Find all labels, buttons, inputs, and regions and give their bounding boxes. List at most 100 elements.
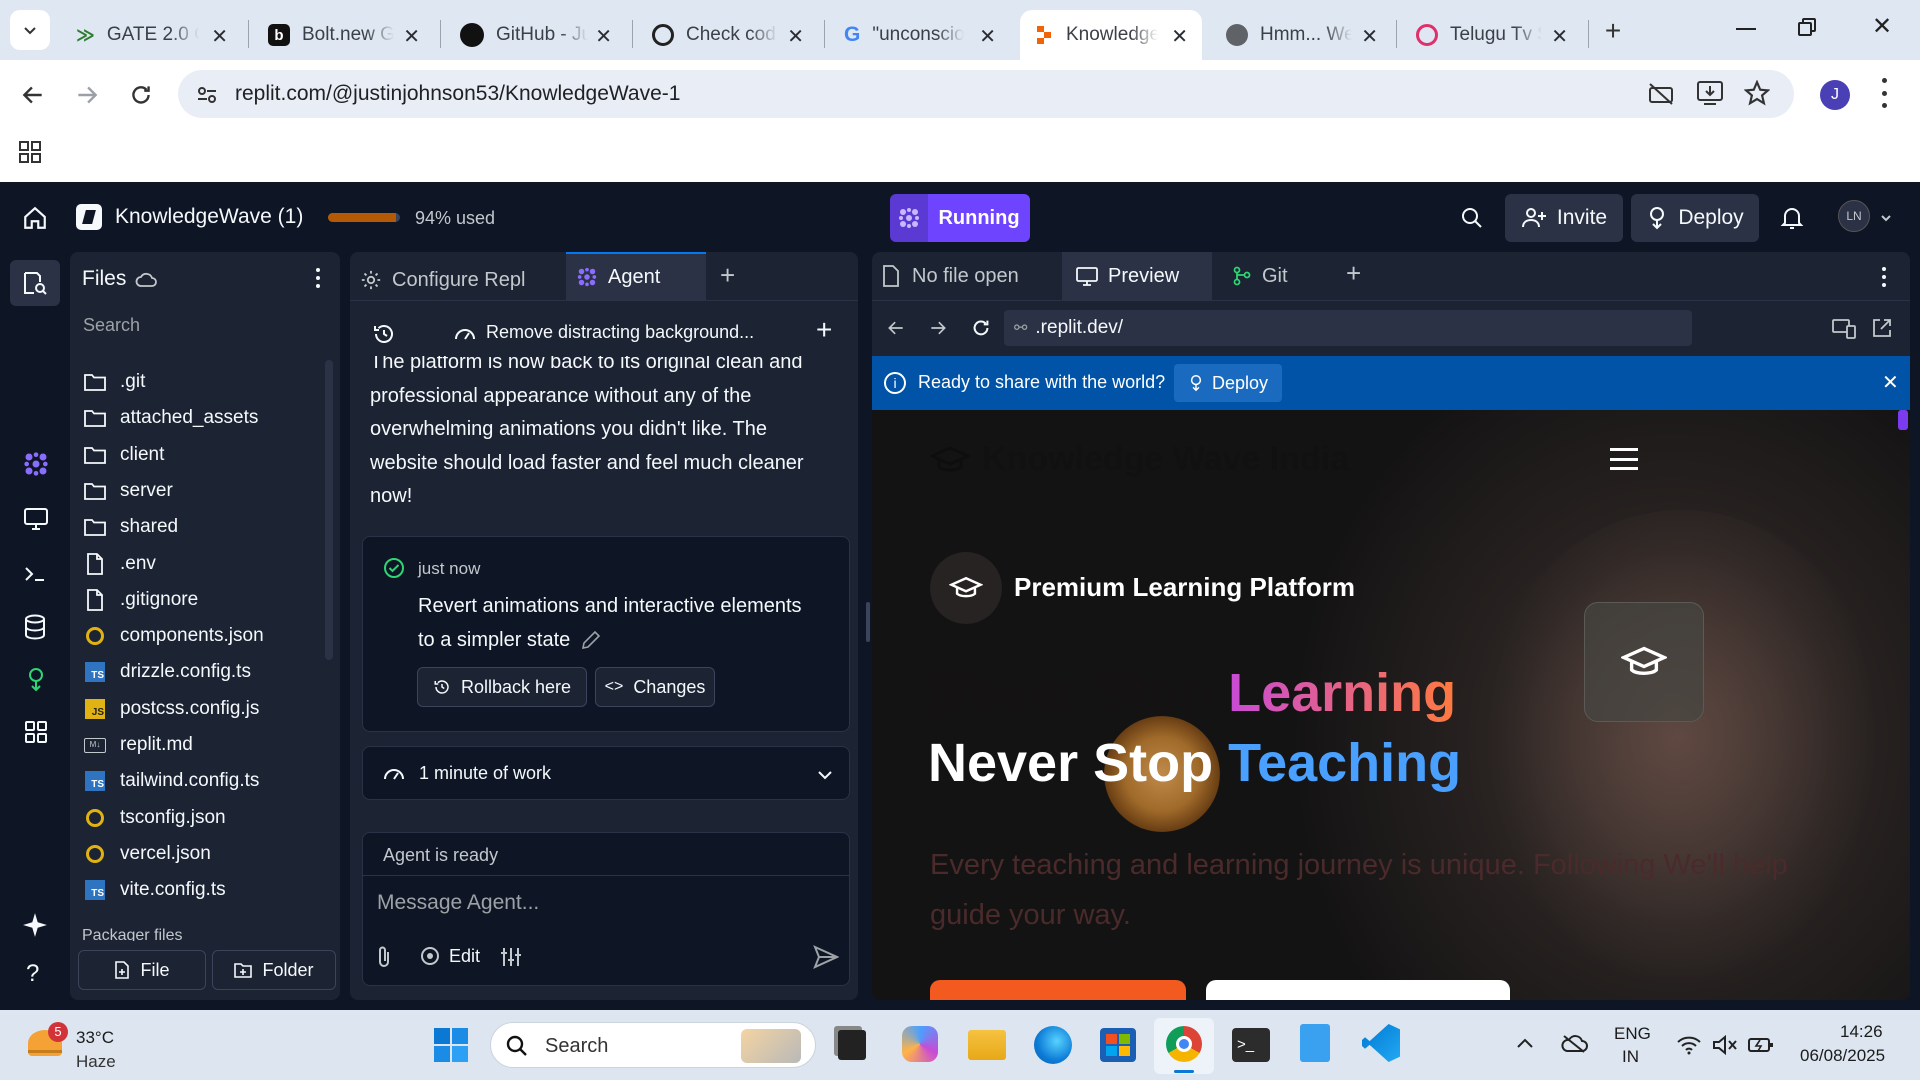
primary-cta-button[interactable] [930, 980, 1186, 1000]
hamburger-menu-icon[interactable] [1610, 448, 1638, 470]
edit-mode-button[interactable]: Edit [419, 945, 480, 967]
chevron-down-icon[interactable] [1880, 212, 1892, 224]
preview-menu-icon[interactable] [1882, 267, 1886, 287]
scroll-indicator[interactable] [1898, 410, 1908, 430]
terminal-icon[interactable]: >_ [1232, 1028, 1270, 1062]
file-tree-item[interactable]: tsconfig.json [84, 800, 226, 836]
file-tree-item[interactable]: JS postcss.config.js [84, 691, 259, 727]
back-arrow-icon[interactable] [20, 82, 46, 108]
browser-tab[interactable]: ≫ GATE 2.0 C ✕ [62, 10, 242, 60]
files-search-input[interactable]: Search [82, 304, 327, 344]
file-tree-item[interactable]: client [84, 437, 164, 473]
language-indicator-1[interactable]: ENG [1614, 1024, 1651, 1044]
browser-menu-icon[interactable] [1882, 78, 1888, 108]
preview-url-bar[interactable]: ⚯ .replit.dev/ [1004, 310, 1692, 346]
apps-grid-icon[interactable] [18, 140, 42, 164]
tab-search-button[interactable] [10, 10, 50, 50]
url-text[interactable]: replit.com/@justinjohnson53/KnowledgeWav… [235, 82, 680, 106]
new-tab-button[interactable]: + [1596, 14, 1630, 48]
browser-tab[interactable]: Telugu Tv S ✕ [1402, 10, 1582, 60]
new-folder-button[interactable]: Folder [212, 950, 336, 990]
tab-preview[interactable]: Preview [1062, 252, 1212, 300]
store-icon[interactable] [1100, 1028, 1136, 1062]
project-name[interactable]: KnowledgeWave (1) [115, 205, 303, 229]
close-tab-icon[interactable]: ✕ [787, 24, 804, 49]
tab-agent[interactable]: Agent [566, 252, 706, 300]
run-button[interactable]: Running [890, 194, 1030, 242]
shell-rail-icon[interactable] [22, 562, 48, 586]
user-avatar[interactable]: LN [1838, 200, 1870, 232]
banner-deploy-button[interactable]: Deploy [1174, 364, 1282, 402]
help-icon[interactable]: ? [26, 960, 39, 988]
camera-off-icon[interactable] [1648, 82, 1674, 106]
new-thread-button[interactable]: + [816, 314, 832, 346]
vscode-icon[interactable] [1362, 1024, 1400, 1062]
file-tree-item[interactable]: components.json [84, 618, 264, 654]
preview-reload-icon[interactable] [970, 317, 992, 339]
browser-tab[interactable]: Check cod ✕ [638, 10, 818, 60]
close-tab-icon[interactable]: ✕ [1171, 24, 1188, 49]
file-tree-item[interactable]: vercel.json [84, 836, 211, 872]
search-icon[interactable] [1460, 206, 1484, 230]
preview-forward-icon[interactable] [928, 318, 948, 338]
preview-back-icon[interactable] [886, 318, 906, 338]
agent-rail-icon[interactable] [22, 450, 50, 478]
files-rail-button[interactable] [10, 260, 60, 306]
close-window-button[interactable]: ✕ [1872, 12, 1892, 41]
onedrive-icon[interactable] [1560, 1034, 1588, 1054]
file-explorer-taskbar-icon[interactable] [968, 1030, 1006, 1060]
taskview-icon[interactable] [838, 1030, 866, 1060]
pencil-icon[interactable] [580, 629, 602, 651]
sparkle-icon[interactable] [22, 912, 48, 938]
tab-configure-repl[interactable]: Configure Repl [360, 262, 525, 298]
file-tree-item[interactable]: TS vite.config.ts [84, 872, 226, 908]
deploy-button[interactable]: Deploy [1631, 194, 1759, 242]
weather-widget[interactable]: 5 33°C Haze [24, 1020, 134, 1071]
preview-rail-icon[interactable] [22, 506, 50, 532]
forward-arrow-icon[interactable] [74, 82, 100, 108]
browser-tab-active[interactable]: Knowledge ✕ [1020, 10, 1202, 60]
clock-date[interactable]: 06/08/2025 [1800, 1046, 1885, 1066]
close-tab-icon[interactable]: ✕ [1551, 24, 1568, 49]
devices-icon[interactable] [1832, 318, 1856, 340]
files-scrollbar[interactable] [325, 360, 333, 660]
edge-icon[interactable] [1034, 1026, 1072, 1064]
notifications-bell-icon[interactable] [1780, 205, 1804, 231]
sliders-icon[interactable] [499, 945, 523, 969]
bookmark-star-icon[interactable] [1744, 80, 1770, 106]
file-tree-item[interactable]: attached_assets [84, 400, 258, 436]
message-agent-input[interactable]: Message Agent... [377, 891, 539, 915]
close-tab-icon[interactable]: ✕ [595, 24, 612, 49]
close-tab-icon[interactable]: ✕ [1361, 24, 1378, 49]
tab-no-file[interactable]: No file open [882, 258, 1019, 294]
files-menu-icon[interactable] [316, 268, 320, 288]
file-tree-item[interactable]: M↓ replit.md [84, 727, 193, 763]
secondary-cta-button[interactable] [1206, 980, 1510, 1000]
chevron-up-icon[interactable] [1516, 1036, 1534, 1050]
history-icon[interactable] [372, 322, 396, 346]
invite-button[interactable]: Invite [1505, 194, 1623, 242]
panel-resize-handle[interactable] [866, 602, 870, 642]
new-file-button[interactable]: File [78, 950, 206, 990]
add-tab-button[interactable]: + [720, 260, 735, 291]
file-tree-item[interactable]: .git [84, 364, 145, 400]
browser-tab[interactable]: GitHub - Ju ✕ [446, 10, 626, 60]
taskbar-search[interactable]: Search [490, 1022, 816, 1068]
add-tab-button[interactable]: + [1346, 258, 1361, 289]
file-tree-item[interactable]: .gitignore [84, 582, 198, 618]
paperclip-icon[interactable] [375, 945, 393, 969]
file-tree-item[interactable]: .env [84, 546, 156, 582]
wifi-icon[interactable] [1676, 1034, 1702, 1056]
browser-tab[interactable]: Hmm... We ✕ [1212, 10, 1392, 60]
changes-button[interactable]: <> Changes [595, 667, 715, 707]
battery-icon[interactable] [1748, 1034, 1774, 1056]
volume-muted-icon[interactable] [1712, 1034, 1738, 1056]
database-rail-icon[interactable] [24, 614, 46, 640]
close-tab-icon[interactable]: ✕ [403, 24, 420, 49]
install-app-icon[interactable] [1696, 80, 1724, 106]
site-info-icon[interactable] [196, 84, 218, 106]
send-icon[interactable] [813, 945, 839, 969]
close-banner-icon[interactable]: ✕ [1882, 370, 1899, 395]
restore-button[interactable] [1796, 16, 1820, 40]
start-button[interactable] [434, 1028, 468, 1062]
